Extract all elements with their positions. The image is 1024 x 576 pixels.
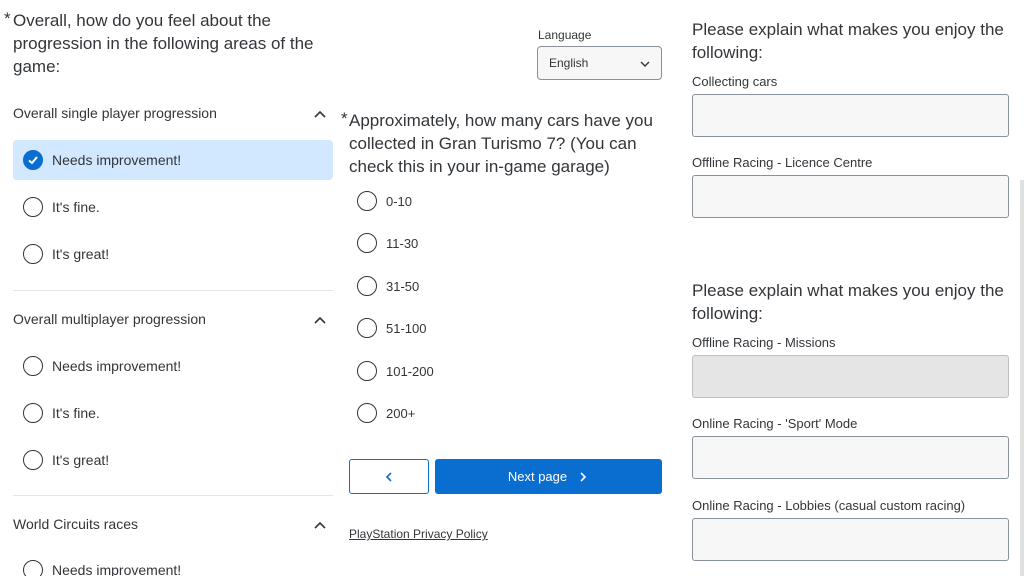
- option-label: It's fine.: [52, 199, 100, 215]
- progression-question-title: Overall, how do you feel about the progr…: [13, 11, 314, 76]
- radio-circle-icon: [357, 361, 377, 381]
- radio-option-multi-great[interactable]: It's great!: [13, 440, 333, 480]
- radio-option-multi-needs-improvement[interactable]: Needs improvement!: [13, 346, 333, 386]
- next-page-button[interactable]: Next page: [435, 459, 662, 494]
- radio-option-multi-fine[interactable]: It's fine.: [13, 393, 333, 433]
- chevron-up-icon: [314, 521, 326, 529]
- scrollbar[interactable]: [1020, 180, 1024, 576]
- checkmark-circle-icon: [23, 150, 43, 170]
- radio-circle-icon: [23, 403, 43, 423]
- section-header-world-circuits[interactable]: World Circuits races: [13, 516, 333, 540]
- field-label-sport-mode: Online Racing - 'Sport' Mode: [692, 416, 858, 431]
- privacy-policy-link[interactable]: PlayStation Privacy Policy: [349, 527, 488, 541]
- radio-circle-icon: [23, 560, 43, 576]
- chevron-up-icon: [314, 110, 326, 118]
- option-label: 200+: [386, 405, 416, 421]
- radio-option-cars-11-30[interactable]: 11-30: [357, 228, 418, 258]
- section-title: Overall multiplayer progression: [13, 311, 206, 327]
- option-label: It's great!: [52, 452, 110, 468]
- chevron-right-icon: [580, 471, 587, 482]
- radio-option-single-fine[interactable]: It's fine.: [13, 187, 333, 227]
- radio-circle-icon: [357, 191, 377, 211]
- sport-mode-input[interactable]: [692, 436, 1009, 479]
- next-label: Next page: [507, 469, 568, 484]
- section-title: Overall single player progression: [13, 105, 217, 121]
- option-label: Needs improvement!: [52, 152, 182, 168]
- section-divider: [13, 495, 333, 496]
- field-label-licence-centre: Offline Racing - Licence Centre: [692, 155, 873, 170]
- radio-circle-icon: [23, 244, 43, 264]
- language-select[interactable]: English: [537, 46, 662, 80]
- option-label: 101-200: [386, 363, 434, 379]
- radio-option-cars-101-200[interactable]: 101-200: [357, 356, 434, 386]
- radio-option-cars-200-plus[interactable]: 200+: [357, 398, 415, 428]
- radio-option-single-great[interactable]: It's great!: [13, 234, 333, 274]
- back-button[interactable]: <: [349, 459, 429, 494]
- language-value: English: [549, 56, 589, 70]
- radio-circle-icon: [23, 197, 43, 217]
- cars-question-title: Approximately, how many cars have you co…: [349, 111, 653, 176]
- progression-question-column: * Overall, how do you feel about the pro…: [0, 0, 340, 576]
- section-title: World Circuits races: [13, 516, 138, 532]
- radio-circle-icon: [357, 403, 377, 423]
- radio-option-cars-0-10[interactable]: 0-10: [357, 186, 412, 216]
- section-divider: [13, 290, 333, 291]
- option-label: 51-100: [386, 320, 427, 336]
- option-label: Needs improvement!: [52, 358, 182, 374]
- option-label: 0-10: [386, 193, 413, 209]
- option-label: 31-50: [386, 278, 420, 294]
- option-label: 11-30: [386, 235, 419, 251]
- required-marker: *: [4, 9, 11, 28]
- option-label: It's great!: [52, 246, 110, 262]
- chevron-up-icon: [314, 316, 326, 324]
- radio-option-cars-51-100[interactable]: 51-100: [357, 313, 426, 343]
- radio-option-single-needs-improvement[interactable]: Needs improvement!: [13, 140, 333, 180]
- field-label-lobbies: Online Racing - Lobbies (casual custom r…: [692, 498, 966, 513]
- collecting-cars-input[interactable]: [692, 94, 1009, 137]
- radio-circle-icon: [357, 318, 377, 338]
- radio-option-cars-31-50[interactable]: 31-50: [357, 271, 419, 301]
- language-label: Language: [538, 28, 592, 42]
- enjoyment-column: Please explain what makes you enjoy the …: [680, 0, 1024, 576]
- enjoyment-title-1: Please explain what makes you enjoy the …: [692, 20, 1004, 62]
- missions-input[interactable]: [692, 355, 1009, 398]
- radio-circle-icon: [23, 450, 43, 470]
- option-label: Needs improvement!: [52, 562, 182, 576]
- option-label: It's fine.: [52, 405, 100, 421]
- section-header-multiplayer[interactable]: Overall multiplayer progression: [13, 311, 333, 335]
- radio-circle-icon: [357, 276, 377, 296]
- licence-centre-input[interactable]: [692, 175, 1009, 218]
- chevron-down-icon: [640, 61, 650, 67]
- radio-circle-icon: [357, 233, 377, 253]
- lobbies-input[interactable]: [692, 518, 1009, 561]
- section-header-single-player[interactable]: Overall single player progression: [13, 105, 333, 129]
- chevron-left-icon: [385, 471, 392, 482]
- field-label-collecting-cars: Collecting cars: [692, 74, 778, 89]
- radio-circle-icon: [23, 356, 43, 376]
- radio-option-world-needs-improvement[interactable]: Needs improvement!: [13, 550, 333, 576]
- field-label-missions: Offline Racing - Missions: [692, 335, 836, 350]
- cars-question-column: Language English * Approximately, how ma…: [340, 0, 680, 576]
- enjoyment-title-2: Please explain what makes you enjoy the …: [692, 281, 1004, 323]
- required-marker: *: [341, 109, 348, 128]
